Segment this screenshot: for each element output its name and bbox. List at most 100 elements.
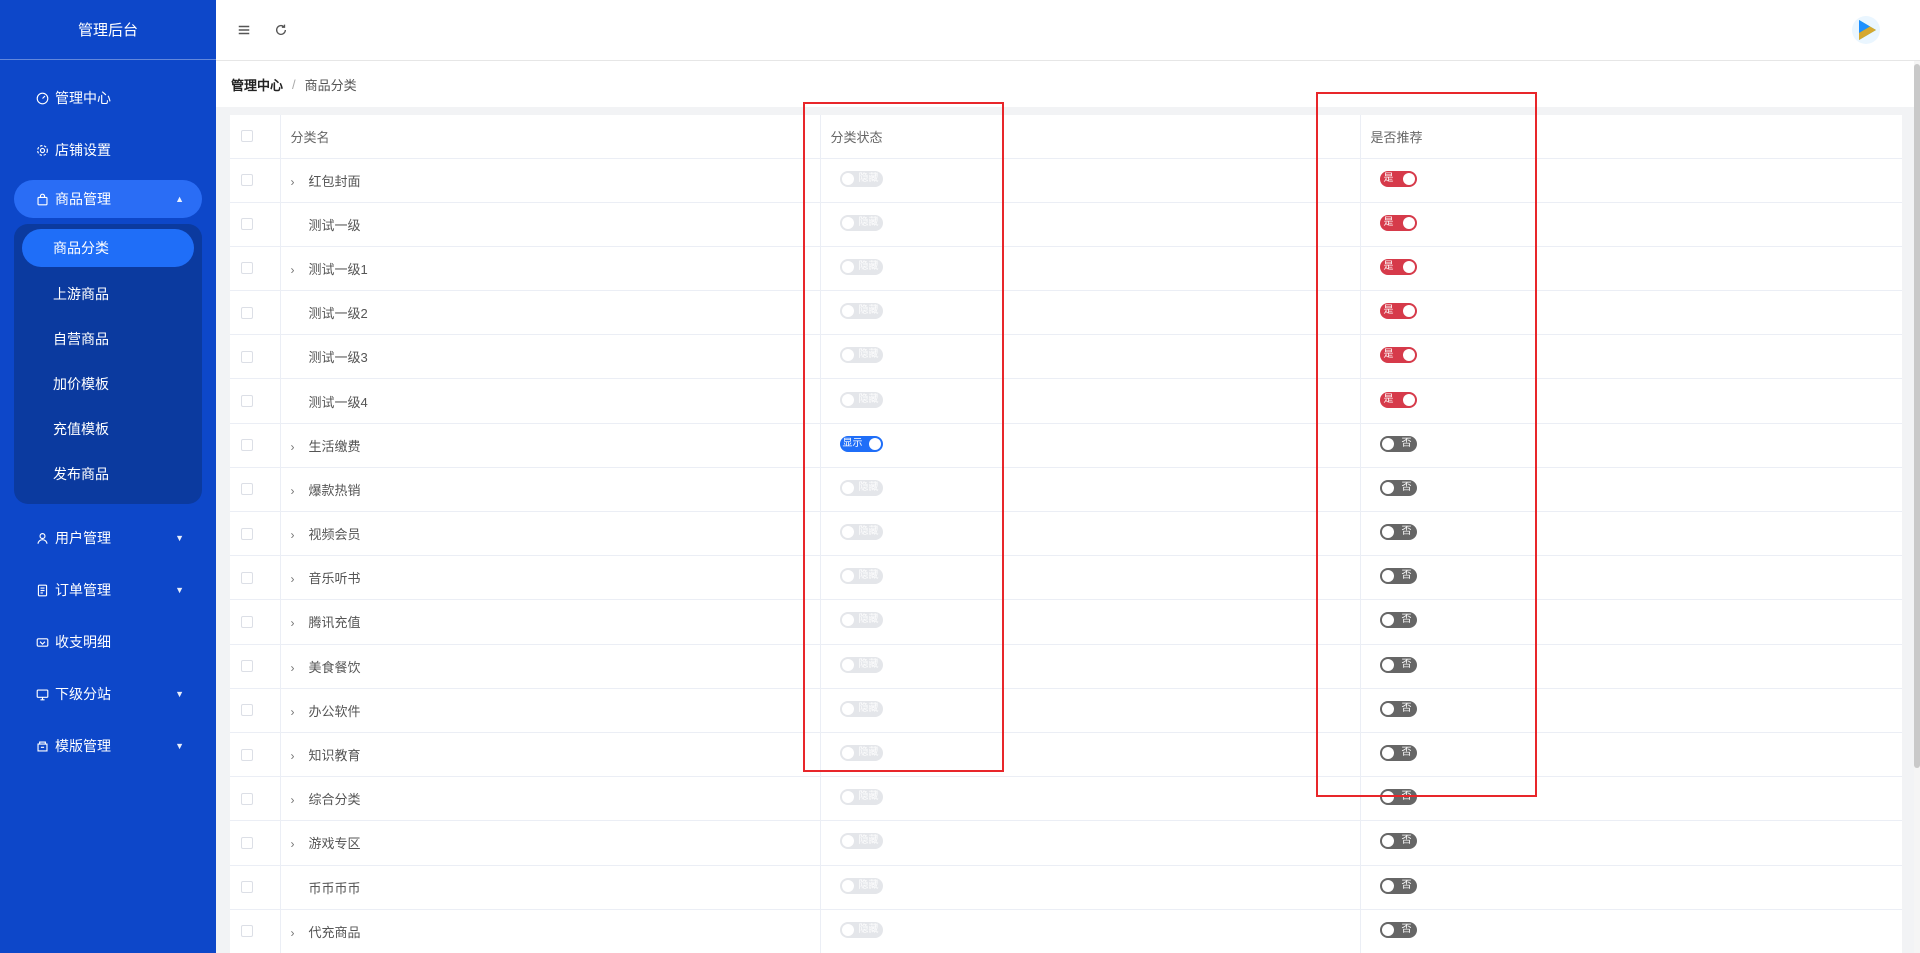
hamburger-icon[interactable] (236, 22, 252, 38)
expand-chevron-icon[interactable]: › (291, 263, 305, 277)
recommend-toggle[interactable]: 否 (1379, 833, 1417, 850)
row-checkbox[interactable] (241, 395, 253, 408)
status-toggle[interactable]: 隐藏 (839, 656, 883, 673)
expand-chevron-icon[interactable]: › (291, 793, 305, 807)
recommend-toggle[interactable]: 否 (1379, 568, 1417, 585)
row-checkbox[interactable] (241, 439, 253, 452)
recommend-toggle[interactable]: 是 (1379, 258, 1417, 275)
refresh-icon[interactable] (273, 22, 289, 38)
row-checkbox[interactable] (241, 881, 253, 894)
recommend-toggle[interactable]: 否 (1379, 435, 1417, 452)
status-toggle[interactable]: 隐藏 (839, 612, 883, 629)
row-checkbox[interactable] (241, 527, 253, 540)
recommend-toggle[interactable]: 否 (1379, 789, 1417, 806)
row-checkbox[interactable] (241, 836, 253, 849)
row-checkbox[interactable] (241, 262, 253, 275)
expand-chevron-icon[interactable]: › (291, 705, 305, 719)
row-checkbox[interactable] (241, 571, 253, 584)
expand-chevron-icon[interactable]: › (291, 572, 305, 586)
status-toggle[interactable]: 隐藏 (839, 789, 883, 806)
sidebar-item-dashboard[interactable]: 管理中心 (0, 72, 216, 124)
recommend-toggle[interactable]: 否 (1379, 745, 1417, 762)
category-table: 分类名 分类状态 是否推荐 › 红包封面 隐藏是测试一级 隐藏是 › 测试一级1 隐藏是测试… (230, 115, 1902, 953)
recommend-toggle[interactable]: 是 (1379, 391, 1417, 408)
recommend-toggle[interactable]: 是 (1379, 214, 1417, 231)
status-toggle[interactable]: 隐藏 (839, 921, 883, 938)
recommend-toggle[interactable]: 否 (1379, 700, 1417, 717)
table-row: › 测试一级1 隐藏 是 (230, 246, 1902, 292)
sidebar-item-label: 店铺设置 (55, 142, 111, 158)
recommend-toggle-label: 否 (1401, 747, 1412, 759)
row-checkbox[interactable] (241, 306, 253, 319)
recommend-toggle[interactable]: 否 (1379, 524, 1417, 541)
recommend-toggle[interactable]: 是 (1379, 170, 1417, 187)
recommend-toggle[interactable]: 否 (1379, 612, 1417, 629)
expand-chevron-icon[interactable]: › (291, 616, 305, 630)
status-toggle[interactable]: 隐藏 (839, 700, 883, 717)
status-toggle[interactable]: 隐藏 (839, 258, 883, 275)
status-toggle[interactable]: 隐藏 (839, 877, 883, 894)
status-toggle[interactable]: 隐藏 (839, 214, 883, 231)
breadcrumb-root[interactable]: 管理中心 (231, 75, 283, 94)
row-checkbox[interactable] (241, 925, 253, 938)
status-toggle[interactable]: 显示 (839, 435, 883, 452)
sidebar-item-label: 用户管理 (55, 530, 111, 546)
status-toggle[interactable]: 隐藏 (839, 170, 883, 187)
row-checkbox[interactable] (241, 615, 253, 628)
status-toggle[interactable]: 隐藏 (839, 568, 883, 585)
row-checkbox[interactable] (241, 218, 253, 231)
submenu-item-upstream-products[interactable]: 上游商品 (22, 271, 194, 316)
row-checkbox[interactable] (241, 174, 253, 187)
row-checkbox[interactable] (241, 660, 253, 673)
select-all-checkbox[interactable] (241, 130, 253, 143)
sidebar-item-order-management[interactable]: 订单管理 ▼ (0, 564, 216, 616)
recommend-toggle[interactable]: 是 (1379, 347, 1417, 364)
sidebar-item-shop-settings[interactable]: 店铺设置 (0, 124, 216, 176)
submenu-item-recharge-template[interactable]: 充值模板 (22, 406, 194, 451)
status-toggle[interactable]: 隐藏 (839, 745, 883, 762)
row-checkbox[interactable] (241, 748, 253, 761)
status-toggle[interactable]: 隐藏 (839, 479, 883, 496)
toggle-knob (1381, 791, 1394, 804)
expand-chevron-icon[interactable]: › (291, 749, 305, 763)
recommend-toggle[interactable]: 否 (1379, 921, 1417, 938)
status-toggle[interactable]: 隐藏 (839, 833, 883, 850)
submenu-item-publish-product[interactable]: 发布商品 (22, 451, 194, 496)
chevron-down-icon: ▼ (175, 585, 184, 595)
recommend-toggle[interactable]: 是 (1379, 303, 1417, 320)
sidebar-item-product-management[interactable]: 商品管理 ▲ (14, 180, 202, 218)
sidebar-item-user-management[interactable]: 用户管理 ▼ (0, 512, 216, 564)
expand-chevron-icon[interactable]: › (291, 661, 305, 675)
sidebar-item-sub-sites[interactable]: 下级分站 ▼ (0, 668, 216, 720)
row-checkbox[interactable] (241, 483, 253, 496)
app-logo[interactable] (1850, 13, 1882, 47)
expand-chevron-icon[interactable]: › (291, 837, 305, 851)
row-checkbox[interactable] (241, 792, 253, 805)
sidebar-item-label: 收支明细 (55, 634, 111, 650)
recommend-toggle[interactable]: 否 (1379, 479, 1417, 496)
row-checkbox[interactable] (241, 350, 253, 363)
submenu-item-own-products[interactable]: 自营商品 (22, 316, 194, 361)
recommend-toggle[interactable]: 否 (1379, 656, 1417, 673)
row-checkbox[interactable] (241, 704, 253, 717)
expand-chevron-icon[interactable]: › (291, 175, 305, 189)
status-toggle[interactable]: 隐藏 (839, 391, 883, 408)
expand-chevron-icon[interactable]: › (291, 484, 305, 498)
recommend-toggle-label: 是 (1383, 216, 1394, 228)
sidebar-item-template-management[interactable]: 模版管理 ▼ (0, 720, 216, 772)
scrollbar-thumb[interactable] (1914, 64, 1920, 768)
expand-chevron-icon[interactable]: › (291, 440, 305, 454)
status-toggle[interactable]: 隐藏 (839, 347, 883, 364)
expand-chevron-icon[interactable]: › (291, 528, 305, 542)
submenu-item-category[interactable]: 商品分类 (22, 229, 194, 267)
status-toggle[interactable]: 隐藏 (839, 303, 883, 320)
sidebar-item-label: 下级分站 (55, 686, 111, 702)
toggle-knob (841, 481, 854, 494)
toggle-knob (1381, 614, 1394, 627)
sidebar-item-finance-details[interactable]: 收支明细 (0, 616, 216, 668)
submenu-item-markup-template[interactable]: 加价模板 (22, 361, 194, 406)
status-toggle[interactable]: 隐藏 (839, 524, 883, 541)
logo-play-icon (1852, 16, 1880, 44)
expand-chevron-icon[interactable]: › (291, 926, 305, 940)
recommend-toggle[interactable]: 否 (1379, 877, 1417, 894)
